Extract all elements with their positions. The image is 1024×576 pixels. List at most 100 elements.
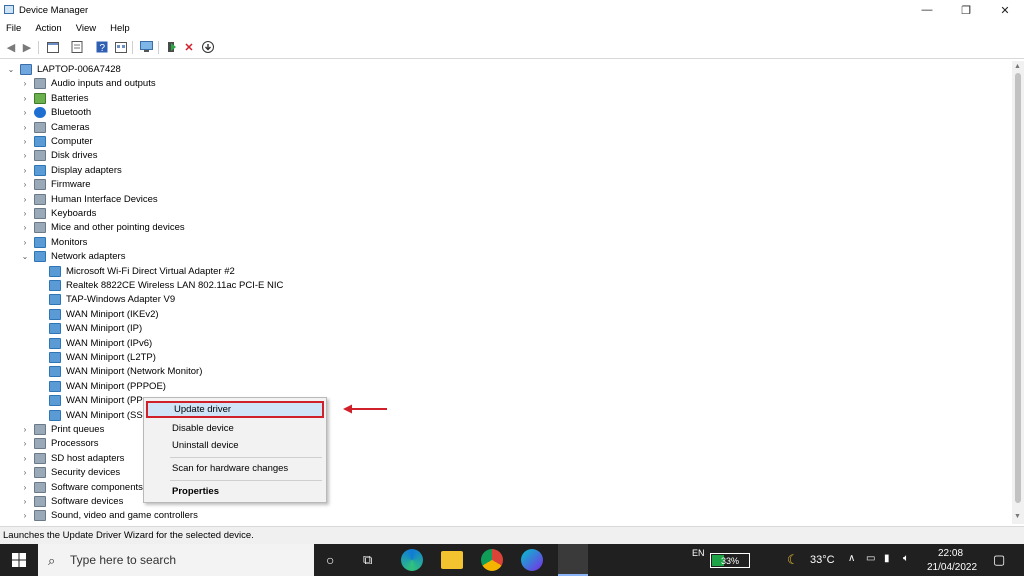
chevron-right-icon[interactable]: › [20, 180, 30, 189]
scrollbar-thumb[interactable] [1015, 73, 1021, 503]
input-language[interactable]: EN [692, 548, 705, 558]
properties-sheet-icon[interactable] [70, 40, 84, 54]
back-arrow-icon[interactable]: ◀ [4, 40, 18, 54]
tree-category[interactable]: › Display adapters [20, 163, 122, 177]
chevron-down-icon[interactable]: ⌄ [20, 252, 30, 261]
menu-help[interactable]: Help [110, 23, 130, 34]
help-icon[interactable]: ? [95, 40, 109, 54]
chevron-right-icon[interactable]: › [20, 497, 30, 506]
show-hide-console-tree-icon[interactable] [46, 40, 60, 54]
notifications-icon[interactable]: ▢ [993, 552, 1005, 568]
network-adapter-item[interactable]: WAN Miniport (PP [49, 393, 143, 407]
chevron-up-icon[interactable]: ∧ [848, 553, 855, 564]
network-adapter-item[interactable]: WAN Miniport (PPPOE) [49, 379, 166, 393]
weather-temperature[interactable]: 33°C [810, 554, 835, 566]
chevron-right-icon[interactable]: › [20, 195, 30, 204]
vertical-scrollbar[interactable]: ▲ ▼ [1012, 61, 1024, 524]
disable-device-menu-item[interactable]: Disable device [146, 420, 324, 437]
clock-time[interactable]: 22:08 [938, 548, 963, 559]
chevron-right-icon[interactable]: › [20, 137, 30, 146]
tree-category[interactable]: › Batteries [20, 91, 89, 105]
properties-menu-item[interactable]: Properties [146, 483, 324, 500]
taskbar-search-box[interactable]: ⌕ Type here to search [38, 544, 314, 576]
volume-icon[interactable]: 🔈︎ [903, 553, 909, 564]
tree-category[interactable]: › Software components [20, 480, 143, 494]
task-view-icon[interactable]: ⧉ [363, 552, 372, 568]
chevron-right-icon[interactable]: › [20, 166, 30, 175]
tree-category[interactable]: › Bluetooth [20, 105, 91, 119]
tree-category[interactable]: › Software devices [20, 494, 123, 508]
network-adapter-item[interactable]: WAN Miniport (IKEv2) [49, 307, 159, 321]
chevron-right-icon[interactable]: › [20, 483, 30, 492]
chevron-down-icon[interactable]: ⌄ [6, 65, 16, 74]
chevron-right-icon[interactable]: › [20, 209, 30, 218]
tree-category[interactable]: › Disk drives [20, 148, 97, 162]
chevron-right-icon[interactable]: › [20, 425, 30, 434]
device-category-icon [49, 351, 61, 363]
tree-category[interactable]: › Mice and other pointing devices [20, 220, 185, 234]
tree-category[interactable]: › Print queues [20, 422, 104, 436]
menu-action[interactable]: Action [35, 23, 61, 34]
tree-category[interactable]: › Computer [20, 134, 93, 148]
view-resources-icon[interactable] [114, 40, 128, 54]
edge-browser-icon[interactable] [401, 549, 423, 571]
tree-category[interactable]: › Keyboards [20, 206, 96, 220]
tree-category[interactable]: › Sound, video and game controllers [20, 508, 198, 522]
chevron-right-icon[interactable]: › [20, 468, 30, 477]
network-adapter-item[interactable]: WAN Miniport (L2TP) [49, 350, 156, 364]
battery-indicator[interactable]: 33% [710, 553, 750, 568]
tree-category[interactable]: ⌄ Network adapters [20, 249, 125, 263]
scroll-up-icon[interactable]: ▲ [1014, 63, 1021, 70]
chevron-right-icon[interactable]: › [20, 223, 30, 232]
tree-category[interactable]: › Firmware [20, 177, 91, 191]
scroll-down-icon[interactable]: ▼ [1014, 513, 1021, 520]
chevron-right-icon[interactable]: › [20, 238, 30, 247]
tree-category[interactable]: › Processors [20, 436, 99, 450]
cortana-icon[interactable]: ○ [326, 552, 334, 568]
network-adapter-item[interactable]: WAN Miniport (IP) [49, 321, 142, 335]
chevron-right-icon[interactable]: › [20, 94, 30, 103]
moon-weather-icon[interactable]: ☾ [787, 552, 799, 568]
power-battery-icon[interactable]: ▮ [884, 553, 890, 564]
meet-now-icon[interactable]: ▭ [866, 553, 875, 564]
tree-category[interactable]: › Human Interface Devices [20, 192, 158, 206]
forward-arrow-icon[interactable]: ▶ [20, 40, 34, 54]
tree-category[interactable]: › Cameras [20, 120, 90, 134]
uninstall-device-icon[interactable]: ✕ [182, 40, 196, 54]
tree-category[interactable]: › Audio inputs and outputs [20, 76, 156, 90]
add-driver-icon[interactable] [164, 40, 178, 54]
uninstall-device-menu-item[interactable]: Uninstall device [146, 437, 324, 454]
network-adapter-item[interactable]: Realtek 8822CE Wireless LAN 802.11ac PCI… [49, 278, 283, 292]
tree-category[interactable]: › Monitors [20, 235, 87, 249]
canva-icon[interactable] [521, 549, 543, 571]
chevron-right-icon[interactable]: › [20, 439, 30, 448]
chevron-right-icon[interactable]: › [20, 79, 30, 88]
chevron-right-icon[interactable]: › [20, 151, 30, 160]
tree-category[interactable]: › SD host adapters [20, 451, 124, 465]
network-adapter-item[interactable]: Microsoft Wi-Fi Direct Virtual Adapter #… [49, 264, 235, 278]
chrome-browser-icon[interactable] [481, 549, 503, 571]
network-adapter-item[interactable]: WAN Miniport (IPv6) [49, 336, 152, 350]
scan-hardware-monitor-icon[interactable] [139, 40, 153, 54]
update-driver-download-icon[interactable] [201, 40, 215, 54]
clock-date[interactable]: 21/04/2022 [927, 562, 977, 573]
menu-view[interactable]: View [76, 23, 96, 34]
minimize-button[interactable]: — [910, 0, 944, 20]
scan-hardware-menu-item[interactable]: Scan for hardware changes [146, 460, 324, 477]
close-button[interactable]: ✕ [988, 0, 1022, 20]
device-manager-taskbar-button[interactable] [558, 544, 588, 576]
tree-category[interactable]: › Security devices [20, 465, 120, 479]
chevron-right-icon[interactable]: › [20, 123, 30, 132]
chevron-right-icon[interactable]: › [20, 454, 30, 463]
chevron-right-icon[interactable]: › [20, 511, 30, 520]
restore-button[interactable]: ❐ [949, 0, 983, 20]
file-explorer-icon[interactable] [441, 551, 463, 569]
network-adapter-item[interactable]: WAN Miniport (SS [49, 408, 143, 422]
network-adapter-item[interactable]: TAP-Windows Adapter V9 [49, 292, 175, 306]
chevron-right-icon[interactable]: › [20, 108, 30, 117]
update-driver-menu-item[interactable]: Update driver [146, 401, 324, 418]
menu-file[interactable]: File [6, 23, 21, 34]
start-button[interactable] [0, 544, 38, 576]
tree-root[interactable]: ⌄ LAPTOP-006A7428 [6, 62, 121, 76]
network-adapter-item[interactable]: WAN Miniport (Network Monitor) [49, 364, 202, 378]
